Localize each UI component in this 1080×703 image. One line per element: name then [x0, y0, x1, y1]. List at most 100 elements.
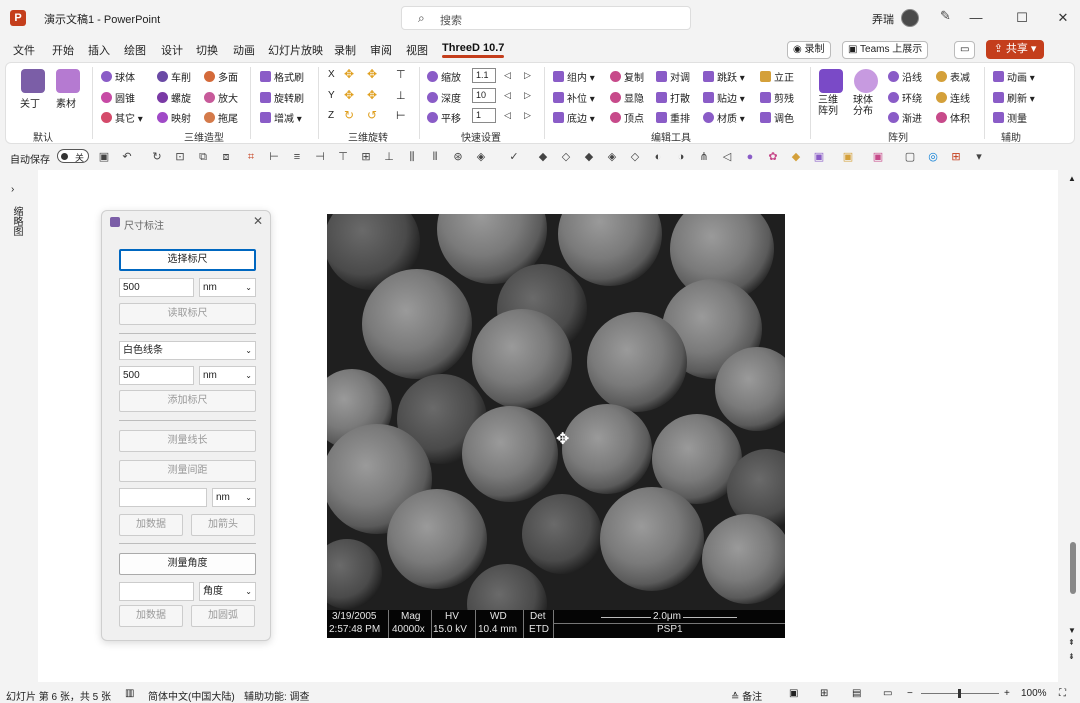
pen-icon[interactable]: ✎ — [940, 8, 951, 24]
add-data-button[interactable]: 加数据 — [119, 514, 183, 536]
avatar[interactable] — [901, 9, 919, 27]
align-left-icon[interactable]: ⊢ — [268, 151, 280, 163]
reading-view-icon[interactable]: ▤ — [852, 688, 861, 699]
line-color-select[interactable]: 白色线条 ⌄ — [119, 341, 256, 360]
tab-slideshow[interactable]: 幻灯片放映 — [268, 42, 323, 58]
mirror-icon[interactable]: ⋔ — [698, 151, 710, 163]
page-up-icon[interactable]: ⇞ — [1068, 638, 1075, 647]
map-button[interactable]: 映射 — [157, 110, 191, 125]
scroll-thumb[interactable] — [1070, 542, 1076, 594]
pan-increase-icon[interactable]: ▷ — [524, 110, 531, 121]
3d-array-button[interactable]: 三维 阵列 — [818, 95, 838, 117]
fill-button[interactable]: 补位 ▾ — [553, 90, 595, 105]
measure-spacing-button[interactable]: 测量间距 — [119, 460, 256, 482]
pan-input[interactable]: 1 — [472, 108, 496, 123]
cut-remnant-button[interactable]: 剪残 — [760, 90, 794, 105]
shape-6-icon[interactable]: ◐ — [652, 151, 664, 163]
polyhedron-button[interactable]: 多面 — [204, 69, 238, 84]
scale-decrease-icon[interactable]: ◁ — [504, 70, 511, 81]
group-icon[interactable]: ⧉ — [197, 151, 209, 163]
tab-insert[interactable]: 插入 — [88, 42, 110, 58]
rearrange-button[interactable]: 重排 — [656, 110, 690, 125]
rotate-y-plus-icon[interactable]: ✥ — [367, 88, 377, 102]
add-scale-button[interactable]: 添加标尺 — [119, 390, 256, 412]
minimize-button[interactable]: — — [966, 8, 986, 28]
measure-result-input[interactable] — [119, 488, 207, 507]
plugin-4-icon[interactable]: ▣ — [813, 151, 825, 163]
flip-z-icon[interactable]: ⊢ — [396, 109, 406, 122]
fit-slide-icon[interactable]: ⛶ — [1059, 688, 1066, 699]
ungroup-icon[interactable]: ⧈ — [220, 151, 232, 163]
expand-chevron-icon[interactable]: › — [11, 184, 14, 195]
rotate-x-plus-icon[interactable]: ✥ — [367, 67, 377, 81]
record-button[interactable]: ◉ 录制 — [787, 41, 831, 59]
tab-view[interactable]: 视图 — [406, 42, 428, 58]
about-button[interactable]: 关丁 — [20, 95, 40, 110]
unit-select-1[interactable]: nm ⌄ — [199, 278, 256, 297]
flip-h-icon[interactable]: ⊤ — [396, 68, 406, 81]
rotate-brush-button[interactable]: 旋转刷 — [260, 90, 304, 105]
measure-length-button[interactable]: 测量线长 — [119, 430, 256, 452]
measure-button[interactable]: 测量 — [993, 110, 1027, 125]
flip-v-icon[interactable]: ⊥ — [396, 89, 406, 102]
align-top-icon[interactable]: ⊤ — [337, 151, 349, 163]
pan-decrease-icon[interactable]: ◁ — [504, 110, 511, 121]
snap-edge-button[interactable]: 贴边 ▾ — [703, 90, 745, 105]
slide-sorter-icon[interactable]: ⊞ — [820, 688, 828, 699]
volume-button[interactable]: 体积 — [936, 110, 970, 125]
shape-4-icon[interactable]: ◈ — [606, 151, 618, 163]
zoom-out-icon[interactable]: − — [907, 688, 913, 699]
rotate-icon[interactable]: ⊛ — [452, 151, 464, 163]
teams-present-button[interactable]: ▣ Teams 上展示 — [842, 41, 929, 59]
save-icon[interactable]: ▣ — [98, 151, 110, 163]
scale-increase-icon[interactable]: ▷ — [524, 70, 531, 81]
undo-icon[interactable]: ↶ — [121, 151, 133, 163]
connect-button[interactable]: 连线 — [936, 90, 970, 105]
format-brush-button[interactable]: 格式刷 — [260, 69, 304, 84]
share-button[interactable]: ⇪ 共享 ▾ — [986, 40, 1044, 59]
add-data-button-2[interactable]: 加数据 — [119, 605, 183, 627]
rotate-z-minus-icon[interactable]: ↻ — [344, 108, 354, 122]
color-adjust-button[interactable]: 调色 — [760, 110, 794, 125]
tab-animations[interactable]: 动画 — [233, 42, 255, 58]
depth-increase-icon[interactable]: ▷ — [524, 90, 531, 101]
animation-button[interactable]: 动画 ▾ — [993, 69, 1035, 84]
rotate-y-minus-icon[interactable]: ✥ — [344, 88, 354, 102]
align-bottom-icon[interactable]: ⊥ — [383, 151, 395, 163]
upright-button[interactable]: 立正 — [760, 69, 794, 84]
distribute-h-icon[interactable]: ⫼ — [406, 151, 418, 163]
arrow-left-icon[interactable]: ◁ — [721, 151, 733, 163]
rotate-z-plus-icon[interactable]: ↺ — [367, 108, 377, 122]
tab-threed[interactable]: ThreeD 10.7 — [442, 42, 505, 58]
helix-button[interactable]: 螺旋 — [157, 90, 191, 105]
align-right-icon[interactable]: ⊣ — [314, 151, 326, 163]
scale-input[interactable]: 1.1 — [472, 68, 496, 83]
plugin-3-icon[interactable]: ◆ — [790, 151, 802, 163]
cone-button[interactable]: 圆锥 — [101, 90, 135, 105]
plugin-9-icon[interactable]: ⊞ — [950, 151, 962, 163]
swap-button[interactable]: 对调 — [656, 69, 690, 84]
plugin-5-icon[interactable]: ▣ — [842, 151, 854, 163]
shape-3-icon[interactable]: ◆ — [583, 151, 595, 163]
language-indicator[interactable]: 简体中文(中国大陆) — [148, 688, 235, 703]
add-arrow-button[interactable]: 加箭头 — [191, 514, 255, 536]
along-line-button[interactable]: 沿线 — [888, 69, 922, 84]
normal-view-icon[interactable]: ▣ — [789, 688, 798, 699]
tab-review[interactable]: 审阅 — [370, 42, 392, 58]
plugin-1-icon[interactable]: ● — [744, 151, 756, 163]
bottom-edge-button[interactable]: 底边 ▾ — [553, 110, 595, 125]
tab-record[interactable]: 录制 — [334, 42, 356, 58]
other-button[interactable]: 其它 ▾ — [101, 110, 143, 125]
shape-2-icon[interactable]: ◇ — [560, 151, 572, 163]
tab-draw[interactable]: 绘图 — [124, 42, 146, 58]
show-hide-button[interactable]: 显隐 — [610, 90, 644, 105]
page-down-icon[interactable]: ⇟ — [1068, 652, 1075, 661]
align-icon[interactable]: ⊡ — [174, 151, 186, 163]
unit-select-4[interactable]: 角度 ⌄ — [199, 582, 256, 601]
autosave-toggle[interactable]: 关 — [57, 149, 89, 163]
tab-home[interactable]: 开始 — [52, 42, 74, 58]
plugin-6-icon[interactable]: ▣ — [872, 151, 884, 163]
scroll-down-icon[interactable]: ▼ — [1068, 626, 1076, 635]
lathe-button[interactable]: 车削 — [157, 69, 191, 84]
scroll-up-icon[interactable]: ▲ — [1068, 174, 1076, 183]
